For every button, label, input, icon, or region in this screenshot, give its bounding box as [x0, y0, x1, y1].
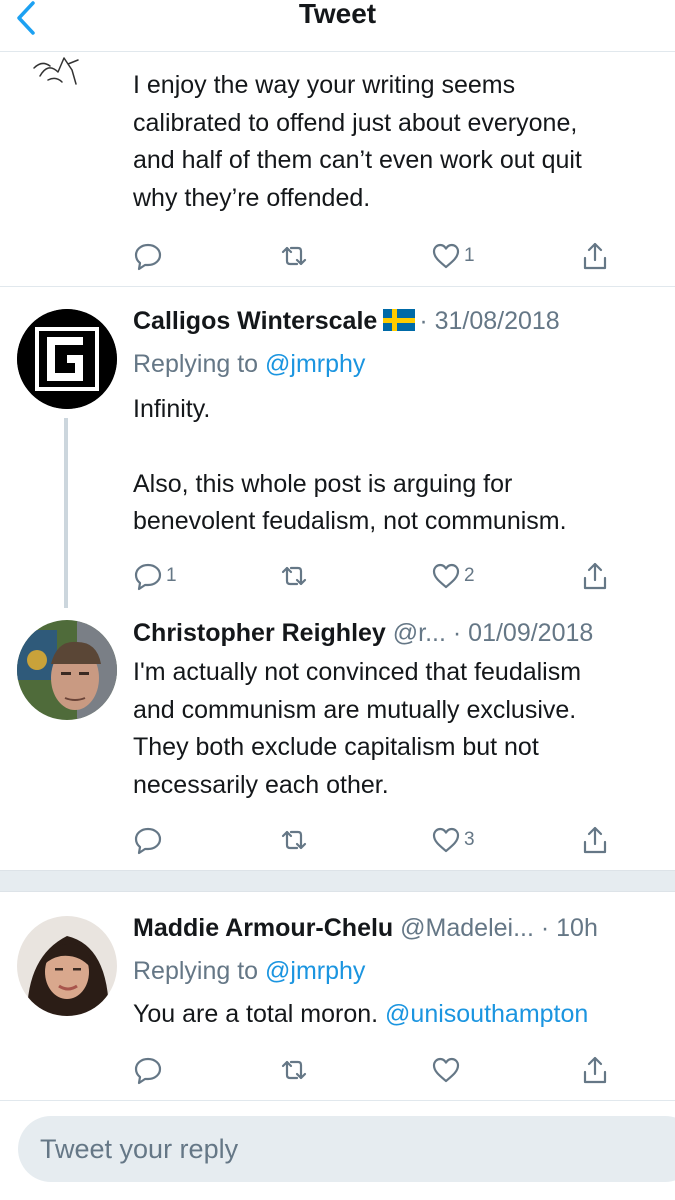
replying-to-label: Replying to	[133, 350, 259, 378]
share-button[interactable]	[580, 556, 610, 596]
reply-button[interactable]	[133, 820, 166, 860]
like-count: 2	[464, 565, 475, 586]
replying-to: Replying to @jmrphy	[133, 347, 365, 381]
divider	[0, 1100, 675, 1101]
reply-input[interactable]	[40, 1133, 640, 1165]
reply-button[interactable]	[133, 236, 166, 276]
replying-to: Replying to @jmrphy	[133, 954, 365, 988]
user-name[interactable]: Calligos Winterscale	[133, 307, 377, 335]
tweet-date: · 31/08/2018	[419, 307, 560, 335]
sweden-flag-icon	[383, 309, 416, 331]
reply-icon	[134, 1057, 162, 1085]
page-title: Tweet	[298, 0, 377, 29]
retweet-icon	[281, 830, 307, 850]
tweet-header: Calligos Winterscale · 31/08/2018	[133, 304, 560, 338]
like-count: 3	[464, 829, 475, 850]
mention-link[interactable]: @jmrphy	[265, 957, 365, 985]
reply-composer	[18, 1116, 675, 1182]
tweet-text-line: necessarily each other.	[133, 771, 389, 799]
reply-button[interactable]	[133, 1050, 166, 1090]
tweet-text-line: calibrated to offend just about everyone…	[133, 109, 578, 137]
avatar[interactable]	[17, 916, 117, 1016]
like-count: 1	[464, 245, 475, 266]
divider	[0, 286, 675, 287]
reply-icon	[134, 563, 162, 591]
tweet-text-line: Infinity.	[133, 395, 211, 423]
tweet-text-line: benevolent feudalism, not communism.	[133, 507, 567, 535]
tweet-text-line: Also, this whole post is arguing for	[133, 470, 513, 498]
user-name[interactable]: Christopher Reighley	[133, 619, 386, 647]
replying-to-label: Replying to	[133, 957, 259, 985]
tweet-actions: 1	[133, 236, 613, 276]
user-name[interactable]: Maddie Armour-Chelu	[133, 914, 393, 942]
retweet-button[interactable]	[279, 236, 312, 276]
photo-avatar	[17, 916, 117, 1016]
tweet-text-line: I'm actually not convinced that feudalis…	[133, 658, 582, 686]
mention-link[interactable]: @jmrphy	[265, 350, 365, 378]
retweet-icon	[281, 246, 307, 266]
like-button[interactable]: 2	[431, 556, 475, 596]
heart-icon	[432, 1057, 460, 1083]
retweet-button[interactable]	[279, 556, 312, 596]
top-nav-bar: Tweet	[0, 0, 675, 52]
photo-avatar	[17, 620, 117, 720]
avatar[interactable]	[17, 620, 117, 720]
share-button[interactable]	[580, 820, 610, 860]
tweet-handle-date: @r... · 01/09/2018	[392, 619, 594, 647]
tweet-handle-date: @Madelei... · 10h	[400, 914, 598, 942]
tweet-text-line: They both exclude capitalism but not	[133, 733, 539, 761]
share-button[interactable]	[580, 236, 610, 276]
like-button[interactable]: 1	[431, 236, 475, 276]
avatar[interactable]	[17, 309, 117, 409]
heart-icon	[432, 243, 460, 269]
tweet-text-line: why they’re offended.	[133, 184, 371, 212]
share-icon	[583, 826, 607, 854]
tweet-text-line: I enjoy the way your writing seems	[133, 71, 516, 99]
thread-line	[64, 418, 68, 608]
tweet-actions: 1 2	[133, 556, 613, 596]
tweet-text: You are a total moron.	[133, 1000, 379, 1028]
mention-link[interactable]: @unisouthampton	[385, 1000, 588, 1028]
tweet-text-line: and communism are mutually exclusive.	[133, 696, 577, 724]
reply-count: 1	[166, 565, 177, 586]
reply-button[interactable]: 1	[133, 556, 177, 596]
retweet-icon	[281, 1060, 307, 1080]
like-button[interactable]: 3	[431, 820, 475, 860]
share-icon	[583, 562, 607, 590]
tweet-header: Christopher Reighley @r... · 01/09/2018	[133, 616, 593, 650]
avatar-sketch	[33, 57, 79, 85]
retweet-button[interactable]	[279, 820, 312, 860]
g-logo-avatar	[17, 309, 117, 409]
like-button[interactable]	[431, 1050, 464, 1090]
heart-icon	[432, 827, 460, 853]
reply-icon	[134, 243, 162, 271]
tweet-text-line: and half of them can’t even work out qui…	[133, 146, 582, 174]
share-button[interactable]	[580, 1050, 610, 1090]
tweet-actions: 3	[133, 820, 613, 860]
reply-icon	[134, 827, 162, 855]
retweet-button[interactable]	[279, 1050, 312, 1090]
tweet-header: Maddie Armour-Chelu @Madelei... · 10h	[133, 911, 598, 945]
tweet-actions	[133, 1050, 613, 1090]
share-icon	[583, 242, 607, 270]
retweet-icon	[281, 566, 307, 586]
heart-icon	[432, 563, 460, 589]
share-icon	[583, 1056, 607, 1084]
tweet-text-line: You are a total moron. @unisouthampton	[133, 996, 588, 1034]
section-separator	[0, 870, 675, 892]
